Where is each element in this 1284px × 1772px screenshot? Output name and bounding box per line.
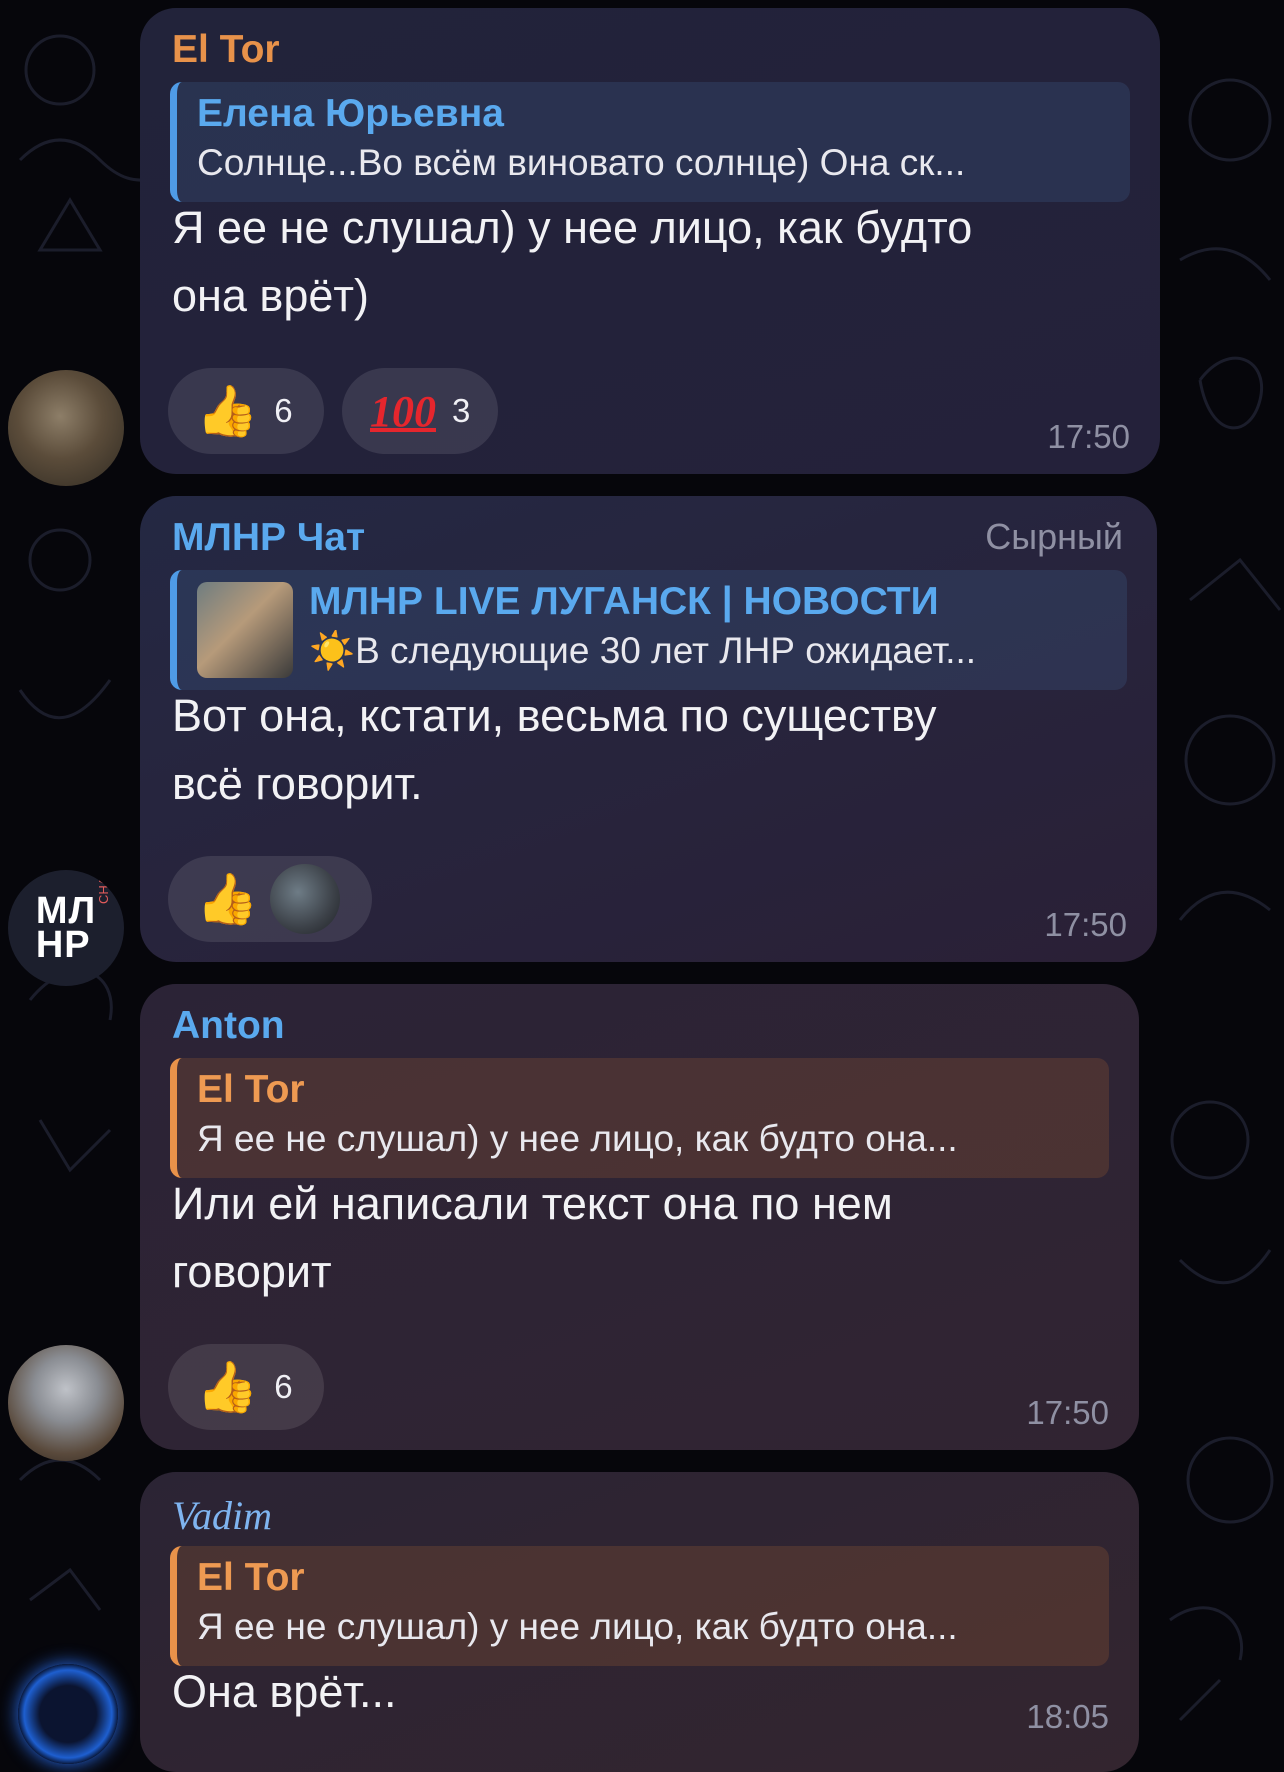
reply-quote[interactable]: Елена Юрьевна Солнце...Во всём виновато … — [170, 82, 1130, 202]
reply-thumbnail — [197, 582, 293, 678]
reply-text: ☀️В следующие 30 лет ЛНР ожидает... — [309, 630, 977, 671]
reaction-count: 3 — [452, 392, 471, 429]
message-time: 17:50 — [1047, 418, 1130, 455]
reactor-avatar — [270, 864, 341, 934]
reaction-count: 6 — [274, 1368, 293, 1405]
reply-author: El Tor — [197, 1556, 305, 1599]
message-time: 18:05 — [1026, 1698, 1109, 1735]
mlnr-logo: МЛ НР — [35, 890, 97, 966]
reaction-hundred[interactable]: 100 3 — [342, 368, 498, 454]
sender-name[interactable]: МЛНР Чат — [172, 516, 365, 560]
sender-avatar-el-tor[interactable] — [8, 370, 124, 486]
message-time: 17:50 — [1044, 906, 1127, 943]
reaction-thumbs-up[interactable]: 👍 — [168, 856, 372, 942]
sender-name[interactable]: El Tor — [172, 28, 280, 72]
sender-avatar-mlnr-chat[interactable]: МЛ НР CHAT — [8, 870, 124, 986]
reply-author: МЛНР LIVE ЛУГАНСК | НОВОСТИ — [309, 580, 939, 623]
reply-text: Я ее не слушал) у нее лицо, как будто он… — [197, 1118, 958, 1159]
hundred-points-icon: 100 — [370, 386, 436, 436]
sender-avatar-vadim[interactable] — [18, 1664, 118, 1764]
message-bubble[interactable]: Vadim El Tor Я ее не слушал) у нее лицо,… — [140, 1472, 1139, 1772]
thumbs-up-icon: 👍 — [196, 871, 259, 927]
sender-name[interactable]: Anton — [172, 1004, 285, 1048]
reply-quote[interactable]: El Tor Я ее не слушал) у нее лицо, как б… — [170, 1546, 1109, 1666]
reply-text: Я ее не слушал) у нее лицо, как будто он… — [197, 1606, 958, 1647]
message-time: 17:50 — [1026, 1394, 1109, 1431]
reaction-thumbs-up[interactable]: 👍 6 — [168, 368, 324, 454]
thumbs-up-icon: 👍 — [196, 1359, 259, 1415]
reaction-thumbs-up[interactable]: 👍 6 — [168, 1344, 324, 1430]
reply-author: Елена Юрьевна — [197, 92, 504, 135]
message-text: Она врёт... — [172, 1666, 397, 1717]
message-bubble[interactable]: Anton El Tor Я ее не слушал) у нее лицо,… — [140, 984, 1139, 1450]
message-bubble[interactable]: El Tor Елена Юрьевна Солнце...Во всём ви… — [140, 8, 1160, 474]
message-text: Вот она, кстати, весьма по существу всё … — [172, 690, 937, 809]
reply-author: El Tor — [197, 1068, 305, 1111]
message-text: Я ее не слушал) у нее лицо, как будто он… — [172, 202, 973, 321]
reaction-count: 6 — [274, 392, 293, 429]
reply-quote[interactable]: El Tor Я ее не слушал) у нее лицо, как б… — [170, 1058, 1109, 1178]
thumbs-up-icon: 👍 — [196, 383, 259, 439]
message-text: Или ей написали текст она по нем говорит — [172, 1178, 893, 1297]
reply-quote[interactable]: МЛНР LIVE ЛУГАНСК | НОВОСТИ ☀️В следующи… — [170, 570, 1127, 690]
sender-name[interactable]: Vadim — [172, 1492, 272, 1539]
member-role-badge: Сырный — [985, 516, 1123, 557]
mlnr-logo-chat-tag: CHAT — [96, 870, 111, 904]
message-bubble[interactable]: МЛНР Чат Сырный МЛНР LIVE ЛУГАНСК | НОВО… — [140, 496, 1157, 962]
sender-avatar-anton[interactable] — [8, 1345, 124, 1461]
reply-text: Солнце...Во всём виновато солнце) Она ск… — [197, 142, 966, 183]
